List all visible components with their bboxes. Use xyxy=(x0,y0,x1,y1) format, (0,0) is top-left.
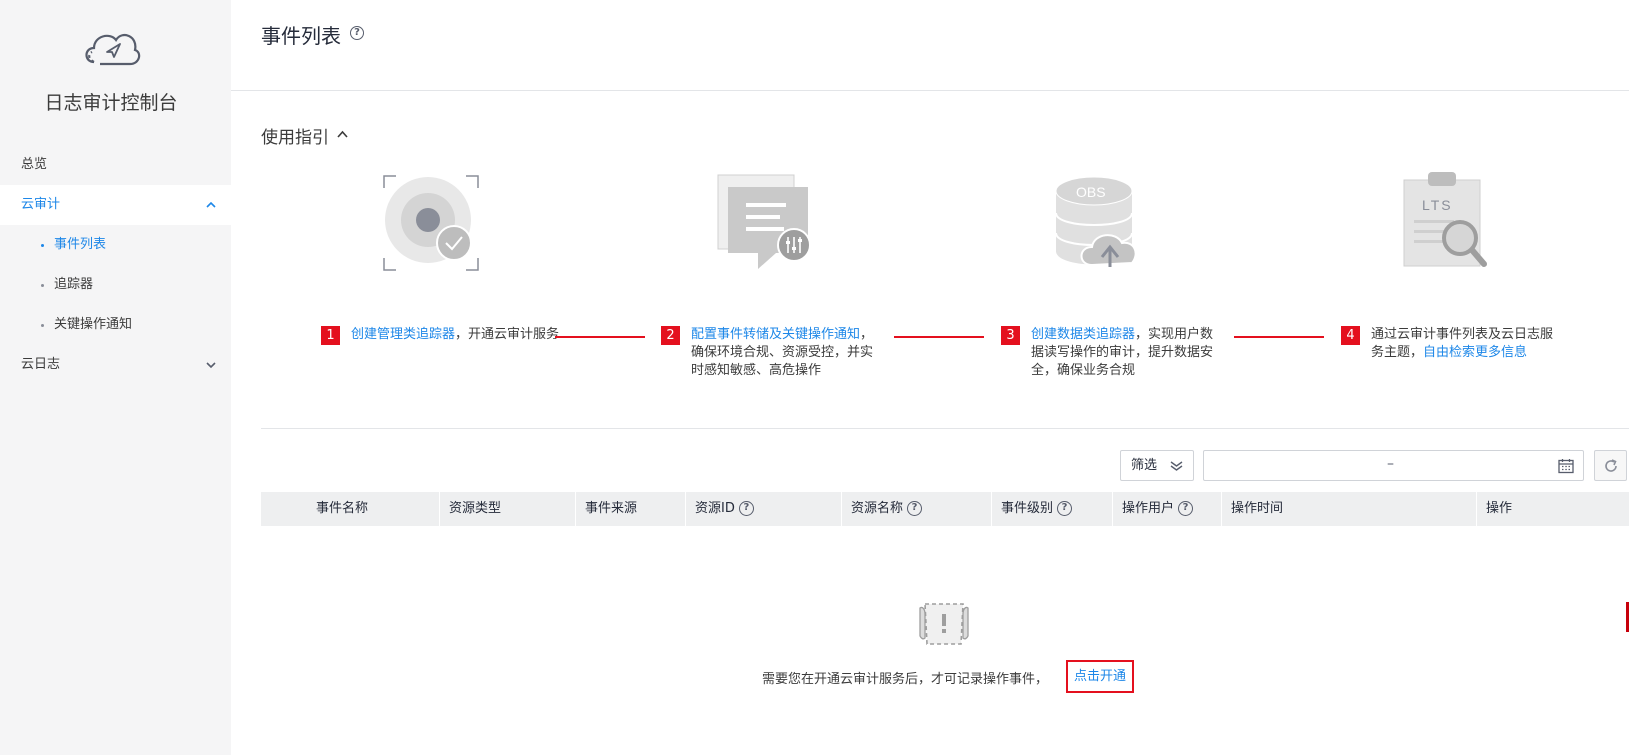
step-number-badge: 2 xyxy=(661,326,680,345)
sidebar-item-tracker[interactable]: 追踪器 xyxy=(0,265,231,305)
sidebar: 日志审计控制台 总览 云审计 事件列表 追踪器 关键操作通知 云日志 xyxy=(0,0,231,755)
console-title: 日志审计控制台 xyxy=(44,92,178,114)
cloud-audit-logo-icon xyxy=(85,33,141,66)
refresh-icon xyxy=(1605,459,1617,472)
column-event-level: 事件级别? xyxy=(991,492,1073,526)
enable-service-link[interactable]: 点击开通 xyxy=(1066,660,1134,693)
create-management-tracker-link[interactable]: 创建管理类追踪器 xyxy=(351,327,455,342)
column-resource-name: 资源名称? xyxy=(841,492,923,526)
table-header: 事件名称 资源类型 事件来源 资源ID? 资源名称? 事件级别? 操作用户? 操… xyxy=(261,492,1629,526)
step-connector-line xyxy=(555,336,645,338)
chevron-up-icon[interactable] xyxy=(337,130,348,138)
guide-step-1: 1 创建管理类追踪器，开通云审计服务 xyxy=(321,326,566,345)
sidebar-item-cloud-audit[interactable]: 云审计 xyxy=(0,185,231,225)
step-number-badge: 4 xyxy=(1341,326,1360,345)
warning-document-icon xyxy=(919,603,969,645)
page-title: 事件列表 xyxy=(261,24,341,48)
empty-state-message: 需要您在开通云审计服务后，才可记录操作事件， xyxy=(762,672,1049,687)
step-description: ，开通云审计服务 xyxy=(455,327,560,342)
lts-search-icon: LTS xyxy=(1403,172,1487,267)
sidebar-item-key-operation-notify[interactable]: 关键操作通知 xyxy=(0,305,231,345)
help-icon[interactable]: ? xyxy=(907,501,923,516)
date-range-separator: – xyxy=(1387,456,1394,472)
filter-dropdown[interactable]: 筛选 xyxy=(1120,450,1194,481)
help-icon[interactable]: ? xyxy=(350,26,364,40)
step-connector-line xyxy=(1234,336,1324,338)
refresh-button[interactable] xyxy=(1594,450,1627,481)
guide-step-4: 4 通过云审计事件列表及云日志服务主题，自由检索更多信息 xyxy=(1341,326,1561,362)
filter-label: 筛选 xyxy=(1131,458,1158,473)
chevron-down-icon xyxy=(206,362,216,369)
notification-config-icon xyxy=(717,174,811,269)
step-number-badge: 1 xyxy=(321,326,340,345)
chevron-up-icon xyxy=(206,201,216,208)
sidebar-item-overview[interactable]: 总览 xyxy=(0,145,231,185)
column-operation-time: 操作时间 xyxy=(1231,501,1284,516)
column-event-name: 事件名称 xyxy=(316,501,369,516)
step-connector-line xyxy=(894,336,984,338)
search-more-info-link[interactable]: 自由检索更多信息 xyxy=(1423,345,1527,360)
guide-step-3: 3 创建数据类追踪器，实现用户数据读写操作的审计，提升数据安全，确保业务合规 xyxy=(1001,326,1214,380)
column-event-source: 事件来源 xyxy=(585,501,638,516)
column-actions: 操作 xyxy=(1486,501,1513,516)
sidebar-item-label: 云日志 xyxy=(21,357,61,372)
date-range-picker[interactable]: – xyxy=(1203,450,1584,481)
svg-text:OBS: OBS xyxy=(1076,184,1106,200)
obs-storage-upload-icon: OBS xyxy=(1055,176,1137,267)
calendar-icon[interactable] xyxy=(1558,458,1574,474)
double-chevron-down-icon xyxy=(1170,461,1183,471)
sidebar-item-cloud-log[interactable]: 云日志 xyxy=(0,345,231,385)
column-operator: 操作用户? xyxy=(1112,492,1194,526)
help-icon[interactable]: ? xyxy=(738,501,754,516)
column-resource-id: 资源ID? xyxy=(685,492,754,526)
page-header: 事件列表 xyxy=(231,0,1629,91)
guide-title[interactable]: 使用指引 xyxy=(261,123,329,148)
sidebar-item-event-list[interactable]: 事件列表 xyxy=(0,225,231,265)
guide-step-2: 2 配置事件转储及关键操作通知，确保环境合规、资源受控，并实时感知敏感、高危操作 xyxy=(661,326,874,380)
section-divider xyxy=(261,428,1629,429)
tracker-target-icon xyxy=(383,175,479,271)
column-resource-type: 资源类型 xyxy=(449,501,502,516)
create-data-tracker-link[interactable]: 创建数据类追踪器 xyxy=(1031,327,1135,342)
step-number-badge: 3 xyxy=(1001,326,1020,345)
configure-event-dump-link[interactable]: 配置事件转储及关键操作通知 xyxy=(691,327,860,342)
help-icon[interactable]: ? xyxy=(1057,501,1073,516)
sidebar-item-label: 云审计 xyxy=(21,197,61,212)
svg-text:LTS: LTS xyxy=(1422,197,1453,213)
help-icon[interactable]: ? xyxy=(1178,501,1194,516)
app-root: 日志审计控制台 总览 云审计 事件列表 追踪器 关键操作通知 云日志 事件列表 … xyxy=(0,0,1629,755)
sidebar-nav: 总览 云审计 事件列表 追踪器 关键操作通知 云日志 xyxy=(0,145,231,385)
